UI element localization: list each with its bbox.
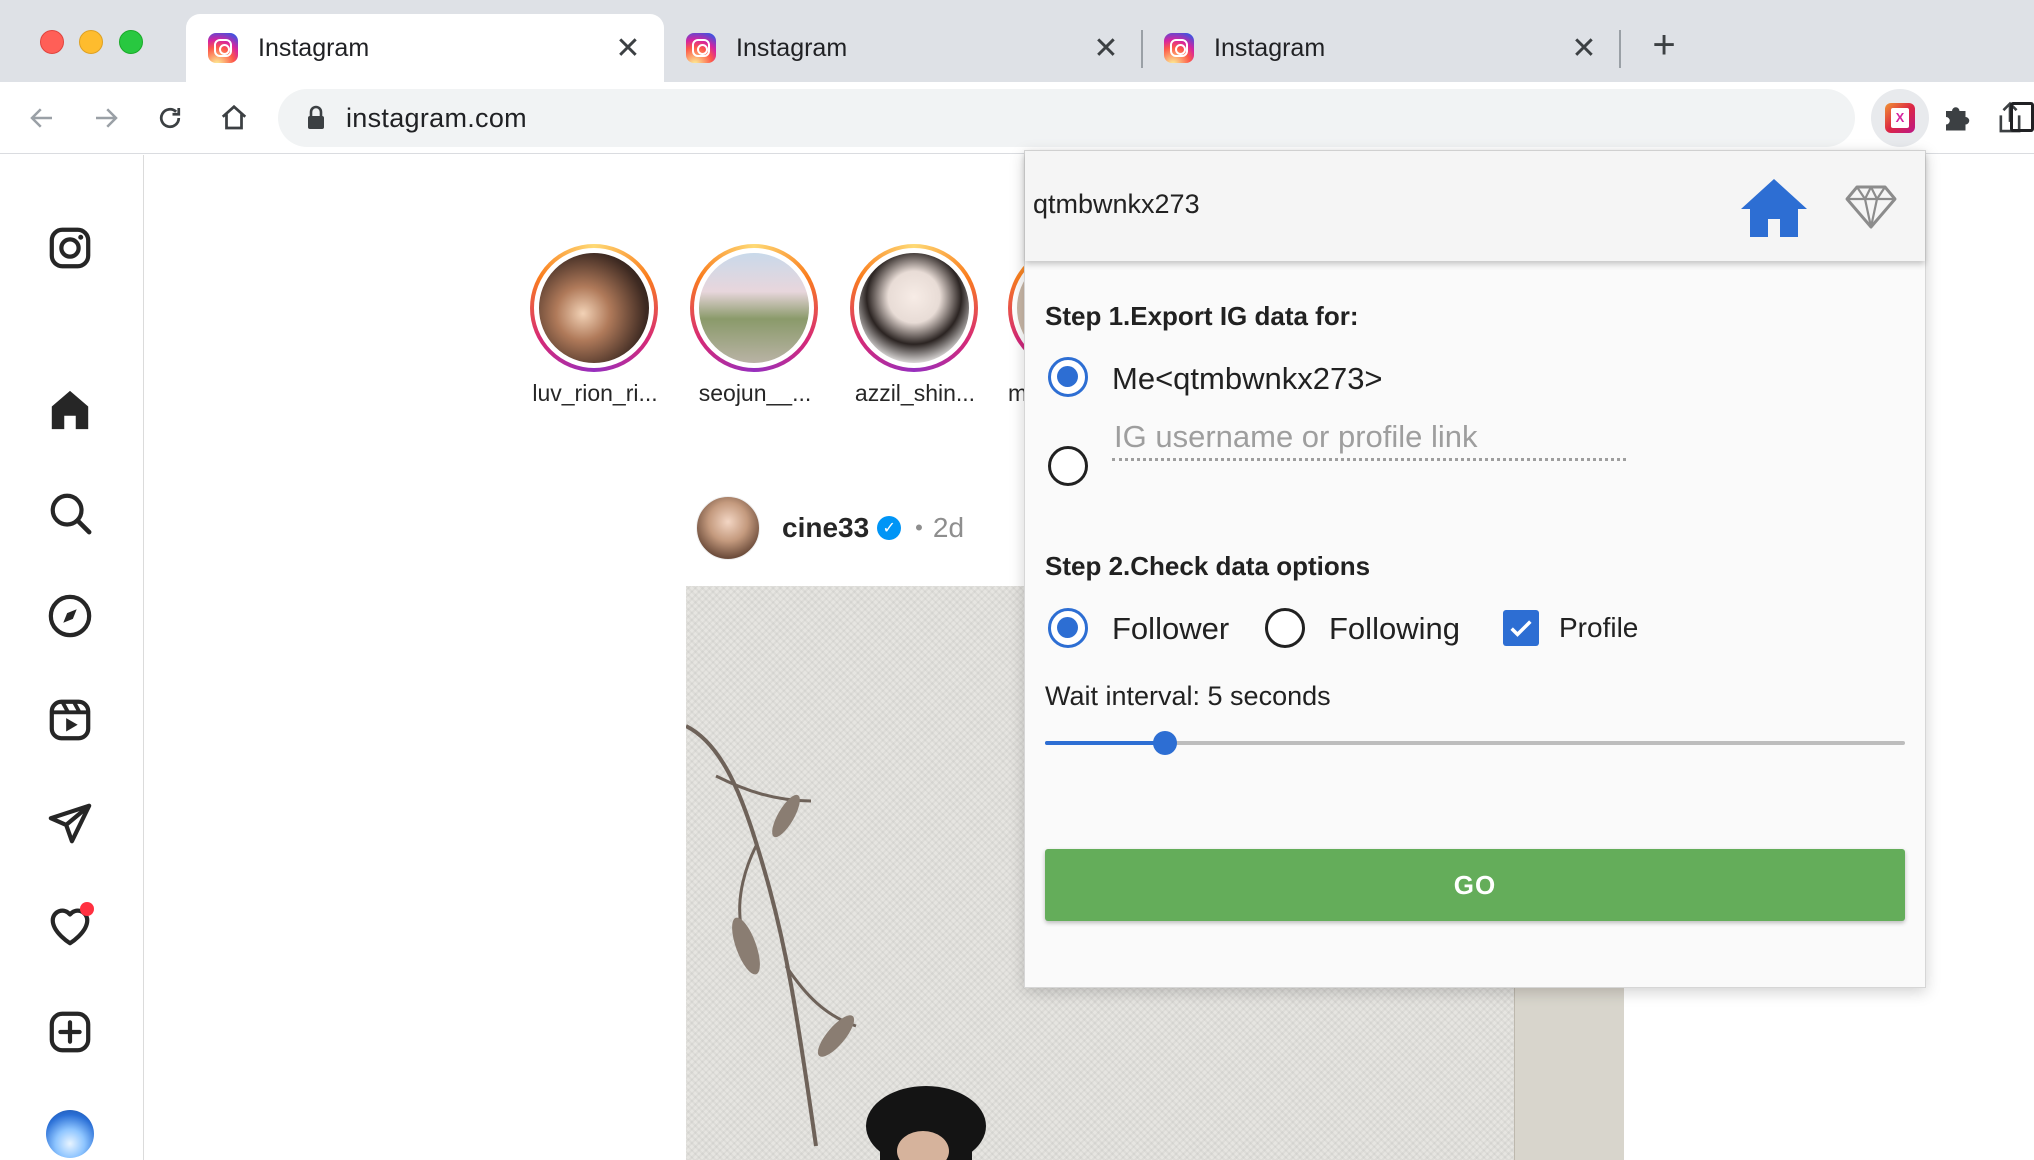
browser-tab-3[interactable]: Instagram ✕ bbox=[1142, 14, 1620, 82]
search-icon[interactable] bbox=[44, 487, 96, 539]
notifications-icon[interactable] bbox=[44, 900, 96, 952]
radio-follower-label[interactable]: Follower bbox=[1112, 611, 1229, 647]
minimize-window-button[interactable] bbox=[79, 30, 103, 54]
post-author-avatar[interactable] bbox=[696, 496, 760, 560]
home-icon[interactable] bbox=[210, 94, 258, 142]
lock-icon[interactable] bbox=[306, 105, 326, 136]
reels-icon[interactable] bbox=[44, 694, 96, 746]
new-tab-button[interactable]: + bbox=[1643, 23, 1685, 67]
story-item[interactable]: luv_rion_ri... bbox=[530, 244, 660, 407]
browser-tab-strip: Instagram ✕ Instagram ✕ Instagram ✕ + bbox=[0, 0, 2034, 82]
radio-following-label[interactable]: Following bbox=[1329, 611, 1460, 647]
instagram-favicon-icon bbox=[1164, 33, 1194, 63]
post-time[interactable]: 2d bbox=[933, 512, 964, 544]
go-button[interactable]: GO bbox=[1045, 849, 1905, 921]
browser-toolbar: instagram.com X bbox=[0, 82, 2034, 154]
wait-interval-slider[interactable] bbox=[1045, 731, 1905, 755]
browser-tab-1[interactable]: Instagram ✕ bbox=[186, 14, 664, 82]
step1-title: Step 1.Export IG data for: bbox=[1045, 301, 1359, 331]
side-panel-icon[interactable] bbox=[2010, 102, 2034, 132]
browser-tab-2[interactable]: Instagram ✕ bbox=[664, 14, 1142, 82]
separator-dot: • bbox=[915, 515, 923, 540]
messages-icon[interactable] bbox=[44, 797, 96, 849]
story-item[interactable]: seojun__... bbox=[690, 244, 820, 407]
back-icon[interactable] bbox=[18, 94, 66, 142]
profile-checkbox-label[interactable]: Profile bbox=[1559, 612, 1638, 644]
ig-username-input[interactable] bbox=[1112, 415, 1626, 461]
radio-follower[interactable] bbox=[1048, 608, 1088, 648]
tab-title: Instagram bbox=[736, 33, 848, 62]
radio-export-me[interactable] bbox=[1048, 357, 1088, 397]
story-item[interactable]: azzil_shin... bbox=[850, 244, 980, 407]
extension-icon[interactable]: X bbox=[1871, 89, 1929, 147]
diamond-icon[interactable] bbox=[1843, 181, 1899, 233]
home-icon[interactable] bbox=[1739, 175, 1809, 241]
tab-title: Instagram bbox=[258, 33, 370, 62]
verified-badge-icon: ✓ bbox=[877, 516, 902, 540]
post-header: cine33 ✓ • 2d bbox=[696, 496, 964, 560]
extension-popup: qtmbwnkx273 Step 1.Export IG data for: M… bbox=[1024, 150, 1926, 988]
radio-following[interactable] bbox=[1265, 608, 1305, 648]
close-tab-icon[interactable]: ✕ bbox=[1566, 30, 1602, 66]
story-username: azzil_shin... bbox=[854, 380, 976, 406]
story-username: seojun__... bbox=[698, 380, 812, 406]
popup-header: qtmbwnkx273 bbox=[1025, 151, 1925, 261]
reload-icon[interactable] bbox=[146, 94, 194, 142]
instagram-favicon-icon bbox=[686, 33, 716, 63]
close-tab-icon[interactable]: ✕ bbox=[1088, 30, 1124, 66]
notification-badge bbox=[80, 902, 94, 916]
address-bar[interactable]: instagram.com bbox=[278, 89, 2021, 147]
close-tab-icon[interactable]: ✕ bbox=[610, 30, 646, 66]
wait-interval-label: Wait interval: 5 seconds bbox=[1045, 681, 1331, 711]
profile-checkbox[interactable] bbox=[1503, 610, 1539, 646]
popup-username: qtmbwnkx273 bbox=[1033, 189, 1200, 219]
url-text[interactable]: instagram.com bbox=[346, 103, 527, 134]
story-avatar[interactable] bbox=[530, 244, 658, 372]
tab-divider bbox=[1619, 30, 1621, 68]
radio-export-other[interactable] bbox=[1048, 446, 1088, 486]
radio-export-me-label[interactable]: Me<qtmbwnkx273> bbox=[1112, 361, 1383, 397]
maximize-window-button[interactable] bbox=[119, 30, 143, 54]
step2-title: Step 2.Check data options bbox=[1045, 551, 1371, 581]
slider-fill bbox=[1045, 741, 1166, 745]
story-avatar[interactable] bbox=[690, 244, 818, 372]
story-username: luv_rion_ri... bbox=[532, 380, 658, 406]
close-window-button[interactable] bbox=[40, 30, 64, 54]
slider-thumb[interactable] bbox=[1153, 731, 1178, 755]
checkmark-icon bbox=[1510, 620, 1532, 637]
puzzle-icon[interactable] bbox=[1940, 98, 1976, 141]
create-icon[interactable] bbox=[44, 1006, 96, 1058]
post-username[interactable]: cine33 bbox=[782, 512, 869, 544]
forward-icon[interactable] bbox=[82, 94, 130, 142]
explore-icon[interactable] bbox=[44, 590, 96, 642]
story-avatar[interactable] bbox=[850, 244, 978, 372]
instagram-favicon-icon bbox=[208, 33, 238, 63]
home-icon[interactable] bbox=[44, 384, 96, 436]
tab-title: Instagram bbox=[1214, 33, 1326, 62]
instagram-logo-icon[interactable] bbox=[44, 222, 96, 274]
profile-avatar[interactable] bbox=[46, 1110, 94, 1158]
